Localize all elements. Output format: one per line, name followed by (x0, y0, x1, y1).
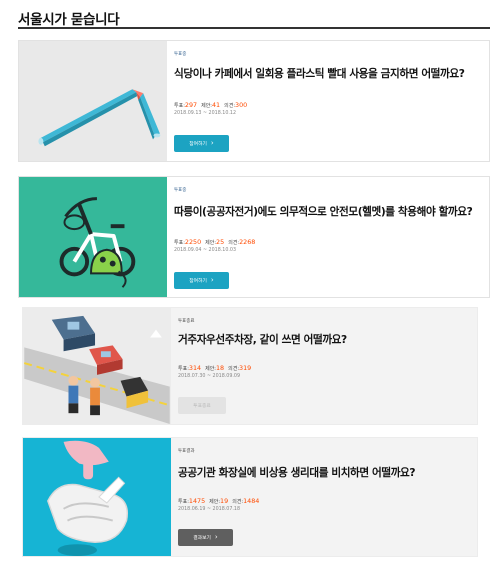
page-title: 서울시가 묻습니다 (18, 12, 120, 28)
bike-helmet-illustration (19, 177, 167, 297)
opinion-count: 2268 (239, 238, 256, 246)
proposal-count: 41 (211, 101, 221, 109)
sanitary-pad-illustration (23, 438, 171, 556)
poll-card-bike-helmet[interactable]: 투표중 따릉이(공공자전거)에도 의무적으로 안전모(헬멧)를 착용해야 할까요… (18, 176, 490, 298)
poll-stats: 투표:2250 제안:25 의견:2268 (174, 238, 256, 246)
title-divider (18, 27, 490, 29)
poll-card-straw[interactable]: 투표중 식당이나 카페에서 일회용 플라스틱 빨대 사용을 금지하면 어떨까요?… (18, 40, 490, 162)
proposal-count: 18 (215, 364, 225, 372)
poll-status: 투표결과 (178, 449, 195, 454)
proposal-count: 19 (220, 497, 229, 505)
poll-card-parking[interactable]: 투표종료 거주자우선주차장, 같이 쓰면 어떨까요? 투표:314 제안:18 의견… (22, 307, 478, 425)
poll-period: 2018.09.04 ~ 2018.10.03 (174, 248, 236, 253)
participate-button[interactable]: 참여하기 › (174, 272, 229, 289)
poll-status: 투표중 (174, 188, 187, 193)
poll-status: 투표중 (174, 52, 187, 57)
opinion-count: 1484 (243, 497, 260, 505)
poll-stats: 투표:1475 제안:19 의견:1484 (178, 497, 260, 505)
opinion-count: 300 (235, 101, 248, 109)
poll-title[interactable]: 식당이나 카페에서 일회용 플라스틱 빨대 사용을 금지하면 어떨까요? (174, 67, 484, 81)
vote-count: 314 (188, 364, 202, 372)
poll-stats: 투표:314 제안:18 의견:319 (178, 364, 252, 372)
poll-title[interactable]: 공공기관 화장실에 비상용 생리대를 비치하면 어떨까요? (178, 466, 477, 480)
poll-title[interactable]: 거주자우선주차장, 같이 쓰면 어떨까요? (178, 333, 477, 347)
chevron-right-icon: › (210, 139, 214, 147)
chevron-right-icon: › (214, 533, 218, 541)
poll-card-sanitary-pad[interactable]: 투표결과 공공기관 화장실에 비상용 생리대를 비치하면 어떨까요? 투표:14… (22, 437, 478, 557)
poll-period: 2018.06.19 ~ 2018.07.18 (178, 507, 240, 512)
poll-period: 2018.09.13 ~ 2018.10.12 (174, 111, 236, 116)
vote-count: 2250 (184, 238, 202, 246)
view-result-button[interactable]: 결과보기 › (178, 529, 233, 546)
poll-status: 투표종료 (178, 319, 195, 324)
poll-stats: 투표:297 제안:41 의견:300 (174, 101, 248, 109)
poll-title[interactable]: 따릉이(공공자전거)에도 의무적으로 안전모(헬멧)를 착용해야 할까요? (174, 205, 484, 219)
voting-ended-button: 투표종료 (178, 397, 226, 414)
opinion-count: 319 (239, 364, 252, 372)
poll-period: 2018.07.30 ~ 2018.09.09 (178, 374, 240, 379)
vote-count: 1475 (188, 497, 206, 505)
participate-button[interactable]: 참여하기 › (174, 135, 229, 152)
proposal-count: 25 (216, 238, 225, 246)
parking-illustration (23, 308, 171, 424)
straw-illustration (19, 41, 167, 161)
chevron-right-icon: › (210, 276, 214, 284)
vote-count: 297 (184, 101, 198, 109)
